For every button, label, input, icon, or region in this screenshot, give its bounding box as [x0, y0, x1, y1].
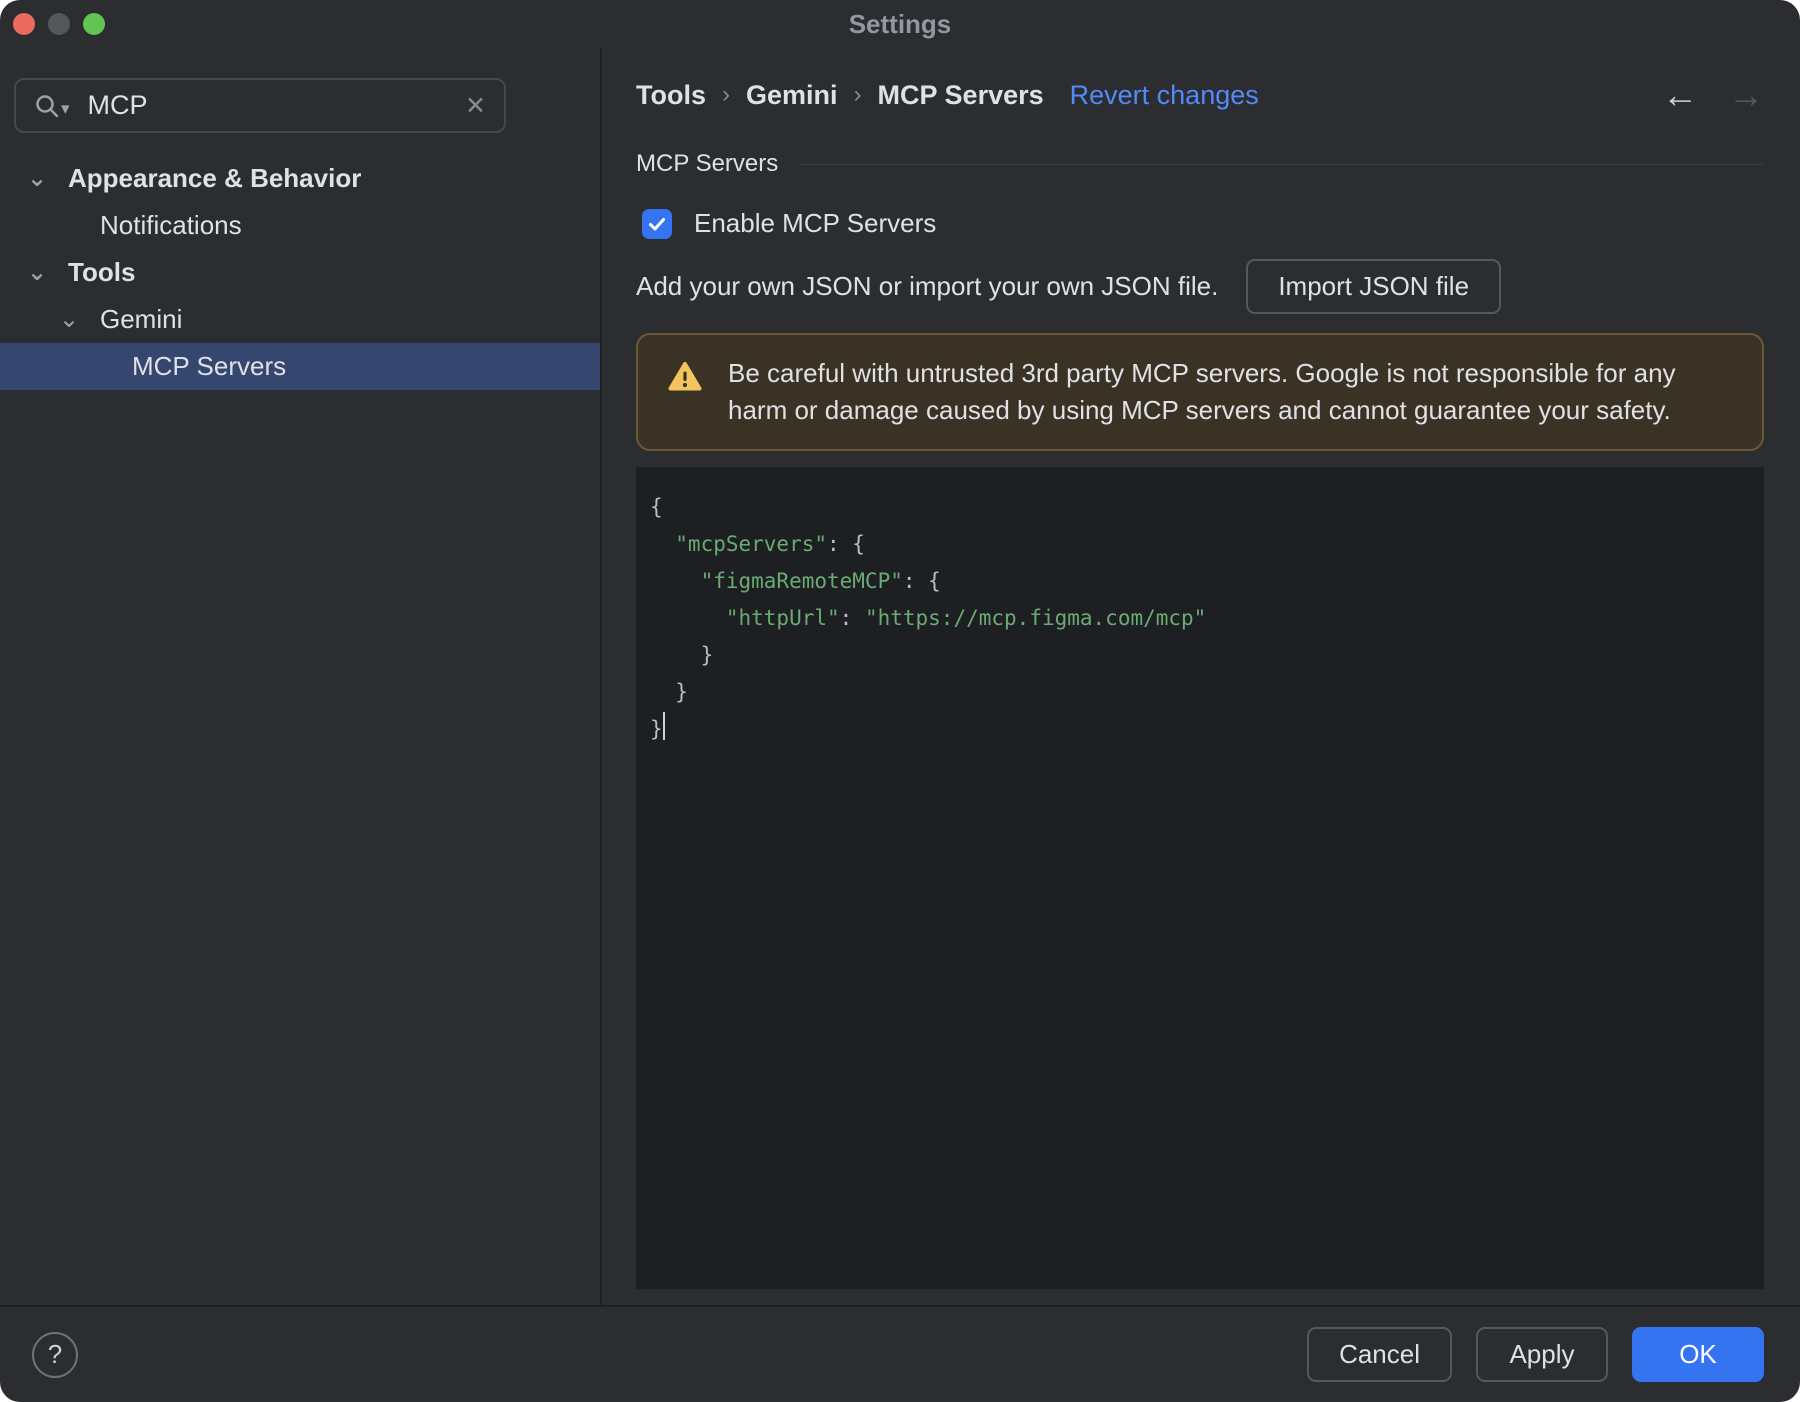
warning-banner: Be careful with untrusted 3rd party MCP … [636, 333, 1764, 451]
sidebar-item-notifications[interactable]: Notifications [0, 202, 600, 249]
clear-search-icon[interactable]: ✕ [465, 91, 486, 121]
dialog-footer: ? Cancel Apply OK [0, 1305, 1800, 1402]
close-window-button[interactable] [13, 13, 35, 35]
breadcrumb-gemini[interactable]: Gemini [746, 80, 838, 111]
code-line: "mcpServers": { [650, 532, 865, 556]
code-line: } [650, 680, 688, 704]
section-title: MCP Servers [636, 150, 779, 177]
breadcrumb: Tools › Gemini › MCP Servers Revert chan… [636, 74, 1764, 116]
import-instruction-text: Add your own JSON or import your own JSO… [636, 270, 1219, 301]
settings-sidebar: ▾ ✕ ⌄ Appearance & Behavior Notification… [0, 48, 602, 1305]
warning-text: Be careful with untrusted 3rd party MCP … [728, 355, 1676, 429]
checkmark-icon [649, 217, 665, 230]
traffic-lights [13, 0, 105, 48]
back-arrow-icon[interactable]: ← [1662, 77, 1698, 113]
breadcrumb-separator-icon: › [722, 81, 730, 108]
search-options-dropdown-icon[interactable]: ▾ [61, 99, 70, 119]
cancel-button[interactable]: Cancel [1307, 1327, 1452, 1382]
revert-changes-link[interactable]: Revert changes [1070, 80, 1259, 111]
tree-item-label: Appearance & Behavior [68, 163, 362, 193]
enable-mcp-label: Enable MCP Servers [694, 208, 937, 238]
ok-button[interactable]: OK [1632, 1327, 1764, 1382]
warning-triangle-icon [668, 361, 702, 397]
settings-tree: ⌄ Appearance & Behavior Notifications ⌄ … [0, 155, 600, 390]
chevron-down-icon[interactable]: ⌄ [22, 166, 52, 190]
tree-item-label: Tools [68, 257, 136, 287]
search-input[interactable] [85, 89, 466, 122]
minimize-window-button[interactable] [48, 13, 70, 35]
section-divider [800, 163, 1764, 165]
breadcrumb-separator-icon: › [853, 81, 862, 108]
tree-item-label: Notifications [100, 210, 242, 240]
sidebar-item-tools[interactable]: ⌄ Tools [0, 249, 600, 296]
tree-item-label: Gemini [100, 304, 183, 334]
apply-button[interactable]: Apply [1476, 1327, 1608, 1382]
tree-item-label: MCP Servers [132, 351, 287, 381]
window-title: Settings [848, 8, 952, 39]
chevron-down-icon[interactable]: ⌄ [54, 307, 84, 331]
chevron-down-icon[interactable]: ⌄ [22, 260, 52, 284]
warning-text-line: Be careful with untrusted 3rd party MCP … [728, 358, 1676, 388]
breadcrumb-tools[interactable]: Tools [636, 80, 706, 111]
zoom-window-button[interactable] [83, 13, 105, 35]
text-cursor [662, 712, 665, 740]
breadcrumb-mcp-servers: MCP Servers [877, 79, 1044, 110]
search-icon[interactable] [34, 93, 60, 119]
code-line: "httpUrl": "https://mcp.figma.com/mcp" [650, 606, 1207, 630]
code-line: { [650, 495, 663, 519]
section-header: MCP Servers [636, 150, 1764, 178]
sidebar-item-mcp-servers[interactable]: MCP Servers [0, 343, 600, 390]
code-line: "figmaRemoteMCP": { [650, 569, 941, 593]
sidebar-item-gemini[interactable]: ⌄ Gemini [0, 296, 600, 343]
settings-search-field[interactable]: ▾ ✕ [14, 78, 506, 133]
code-line: } [650, 711, 1750, 748]
settings-content: Tools › Gemini › MCP Servers Revert chan… [602, 48, 1800, 1305]
sidebar-item-appearance-behavior[interactable]: ⌄ Appearance & Behavior [0, 155, 600, 202]
titlebar: Settings [0, 0, 1800, 48]
import-row: Add your own JSON or import your own JSO… [636, 258, 1764, 314]
mcp-json-editor[interactable]: { "mcpServers": { "figmaRemoteMCP": { "h… [636, 467, 1764, 1289]
settings-window: Settings ▾ ✕ ⌄ Appearance & Behavior [0, 0, 1800, 1402]
forward-arrow-icon[interactable]: → [1728, 77, 1764, 113]
help-icon[interactable]: ? [32, 1331, 78, 1378]
code-line: } [650, 643, 714, 667]
enable-mcp-checkbox[interactable] [642, 208, 672, 239]
enable-mcp-row: Enable MCP Servers [636, 208, 1764, 239]
warning-text-line: harm or damage caused by using MCP serve… [728, 395, 1671, 425]
import-json-file-button[interactable]: Import JSON file [1246, 258, 1502, 314]
history-nav: ← → [1662, 77, 1764, 113]
